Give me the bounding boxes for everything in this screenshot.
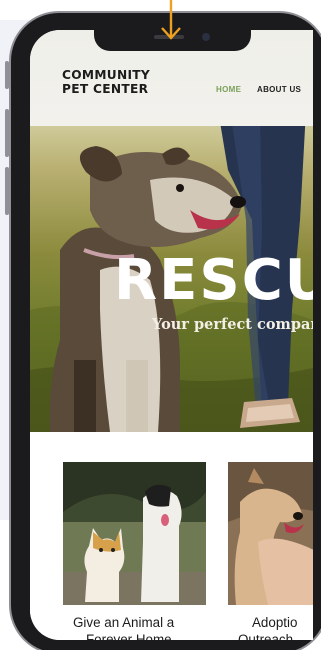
front-camera: [202, 33, 210, 41]
phone-side-button: [5, 167, 9, 215]
cards-section: Give an Animal a Forever Home Adoptio Ou…: [30, 432, 313, 640]
card-title-give-animal[interactable]: Give an Animal a: [73, 615, 174, 630]
hero-subtitle: Your perfect compan: [152, 316, 313, 333]
hero-banner: RESCU Your perfect compan: [30, 110, 313, 432]
arrow-down-icon: [161, 0, 181, 40]
hero-title: RESCU: [114, 248, 313, 313]
phone-side-button: [5, 61, 9, 89]
logo-line1: COMMUNITY: [62, 68, 151, 82]
cat-and-dog-photo: [63, 462, 206, 605]
card-image-cat-and-dog[interactable]: [63, 462, 206, 605]
card-image-dog-with-person[interactable]: [228, 462, 313, 605]
nav-item-home[interactable]: HOME: [216, 85, 241, 94]
phone-screen: RESCU Your perfect compan COMMUNITY PET …: [30, 30, 313, 640]
card-title-adoption[interactable]: Adoptio: [252, 615, 297, 630]
card-title-adoption-line2[interactable]: Outreach: [238, 632, 293, 640]
site-logo[interactable]: COMMUNITY PET CENTER: [62, 68, 150, 96]
card-title-give-animal-line2[interactable]: Forever Home: [86, 632, 172, 640]
logo-line2: PET CENTER: [62, 82, 149, 96]
nav-item-about-us[interactable]: ABOUT US: [257, 85, 301, 94]
phone-side-button: [5, 109, 9, 157]
dog-with-person-photo: [228, 462, 313, 605]
